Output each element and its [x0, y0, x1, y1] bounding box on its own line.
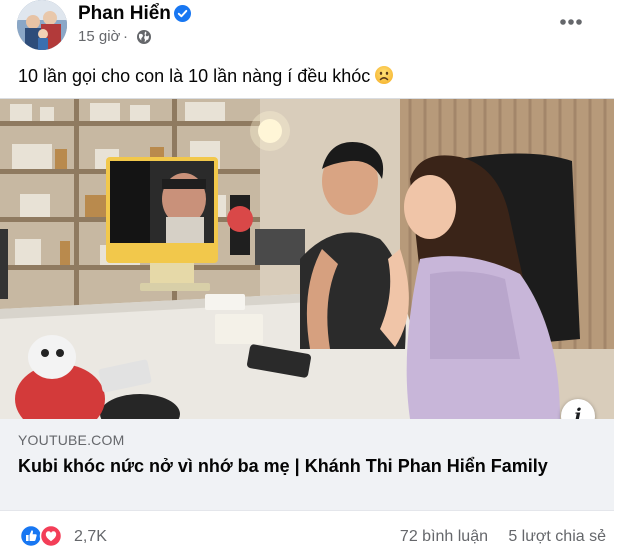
comment-count[interactable]: 72 bình luận: [400, 528, 488, 546]
post-caption-text: 10 lần gọi cho con là 10 lần nàng í đều …: [18, 66, 371, 86]
reactions-bar: 2,7K 72 bình luận 5 lượt chia sẻ: [0, 520, 620, 552]
love-icon: [39, 524, 63, 548]
share-count[interactable]: 5 lượt chia sẻ: [508, 528, 606, 546]
link-meta: YOUTUBE.COM Kubi khóc nức nở vì nhớ ba m…: [0, 419, 614, 511]
video-thumbnail[interactable]: i: [0, 99, 614, 419]
avatar[interactable]: [17, 0, 67, 50]
link-preview-card[interactable]: i YOUTUBE.COM Kubi khóc nức nở vì nhớ ba…: [0, 98, 614, 511]
more-options-icon[interactable]: [554, 8, 588, 36]
sad-face-emoji-icon: [375, 66, 394, 84]
link-domain: YOUTUBE.COM: [18, 432, 125, 448]
like-icon: [20, 524, 43, 548]
globe-icon: [137, 30, 151, 44]
video-thumbnail-image: [0, 99, 614, 419]
avatar-photo: [17, 0, 67, 50]
link-title[interactable]: Kubi khóc nức nở vì nhớ ba mẹ | Khánh Th…: [18, 453, 578, 479]
post-caption: 10 lần gọi cho con là 10 lần nàng í đều …: [18, 64, 598, 88]
verified-badge-icon: [174, 5, 191, 22]
post-timestamp[interactable]: 15 giờ: [78, 28, 120, 45]
time-separator: ·: [123, 28, 128, 45]
reaction-icons[interactable]: [20, 524, 68, 548]
post-header: Phan Hiển 15 giờ ·: [0, 0, 620, 52]
reaction-count[interactable]: 2,7K: [74, 528, 107, 546]
author-name[interactable]: Phan Hiển: [78, 3, 171, 25]
facebook-post: Phan Hiển 15 giờ · 10 lần gọi cho con là…: [0, 0, 620, 552]
